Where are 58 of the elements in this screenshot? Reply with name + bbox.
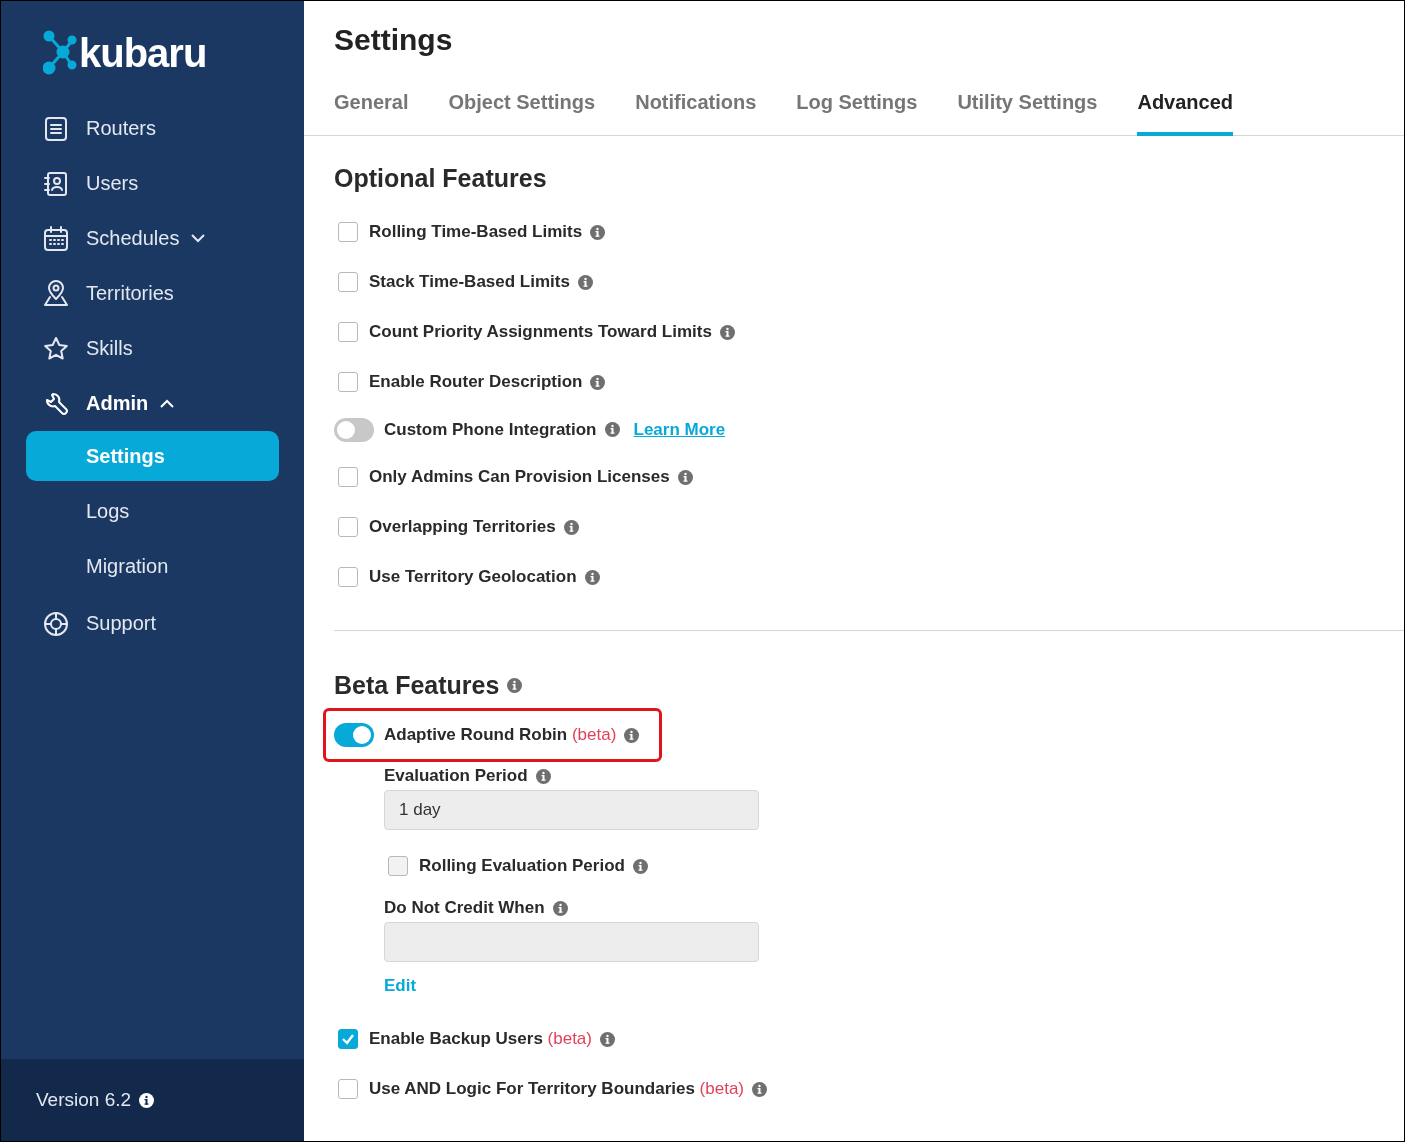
- nav-item[interactable]: Support: [1, 596, 304, 651]
- feature-label: Only Admins Can Provision Licenses: [369, 467, 670, 487]
- info-icon[interactable]: [139, 1092, 155, 1108]
- contact-book-icon: [42, 169, 70, 198]
- nav-item[interactable]: Routers: [1, 101, 304, 156]
- tab[interactable]: Log Settings: [796, 91, 918, 136]
- toggle-switch[interactable]: [334, 417, 374, 442]
- feature-label: Enable Router Description: [369, 372, 583, 392]
- page-title: Settings: [333, 22, 454, 57]
- checkbox[interactable]: [338, 1029, 358, 1049]
- lifebuoy-icon: [42, 609, 70, 638]
- feature-label: Overlapping Territories: [369, 517, 556, 537]
- checkbox[interactable]: [338, 322, 358, 342]
- setting-label: Rolling Evaluation Period: [419, 856, 625, 876]
- checkbox[interactable]: [338, 272, 358, 292]
- checkbox[interactable]: [338, 517, 358, 537]
- feature-label: Custom Phone Integration: [384, 419, 597, 440]
- feature-label: Adaptive Round Robin (beta): [384, 725, 617, 745]
- field-label: Do Not Credit When: [384, 898, 545, 918]
- calendar-icon: [42, 224, 70, 253]
- toggle-switch[interactable]: [334, 723, 374, 747]
- feature-label: Rolling Time-Based Limits: [369, 222, 583, 242]
- nav-item[interactable]: Territories: [1, 266, 304, 321]
- feature-label: Stack Time-Based Limits: [369, 272, 570, 292]
- input-field[interactable]: 1 day: [384, 790, 759, 830]
- section-title: Optional Features: [334, 164, 548, 193]
- checkbox[interactable]: [338, 467, 358, 487]
- list-icon: [42, 114, 70, 143]
- chevron-down-icon: [191, 234, 206, 243]
- checkmark-icon: [341, 1033, 355, 1045]
- map-pin-icon: [42, 279, 70, 308]
- nav-item[interactable]: Skills: [1, 321, 304, 376]
- nav-subitem[interactable]: Migration: [26, 541, 279, 591]
- nav-item[interactable]: Schedules: [1, 211, 304, 266]
- tab[interactable]: Object Settings: [448, 91, 596, 136]
- field-label: Evaluation Period: [384, 766, 528, 786]
- checkbox[interactable]: [388, 856, 408, 876]
- chevron-up-icon: [160, 399, 175, 408]
- tab[interactable]: Advanced: [1137, 91, 1234, 136]
- input-field[interactable]: [384, 922, 759, 962]
- nav-item[interactable]: Users: [1, 156, 304, 211]
- checkbox[interactable]: [338, 222, 358, 242]
- checkbox[interactable]: [338, 1079, 358, 1099]
- feature-label: Count Priority Assignments Toward Limits: [369, 322, 712, 342]
- checkbox[interactable]: [338, 372, 358, 392]
- section-title: Beta Features: [334, 671, 500, 700]
- feature-label: Enable Backup Users (beta): [369, 1029, 592, 1049]
- checkbox[interactable]: [338, 567, 358, 587]
- version-label: Version 6.2: [36, 1089, 132, 1111]
- logo-text: kubaru: [79, 30, 207, 76]
- tab[interactable]: Utility Settings: [957, 91, 1098, 136]
- nav-subitem[interactable]: Logs: [26, 486, 279, 536]
- network-nodes-icon: [43, 30, 77, 76]
- feature-label: Use Territory Geolocation: [369, 567, 577, 587]
- tab[interactable]: General: [334, 91, 409, 136]
- feature-label: Use AND Logic For Territory Boundaries (beta): [369, 1079, 745, 1099]
- nav-item[interactable]: Admin: [1, 376, 304, 431]
- tab[interactable]: Notifications: [635, 91, 757, 136]
